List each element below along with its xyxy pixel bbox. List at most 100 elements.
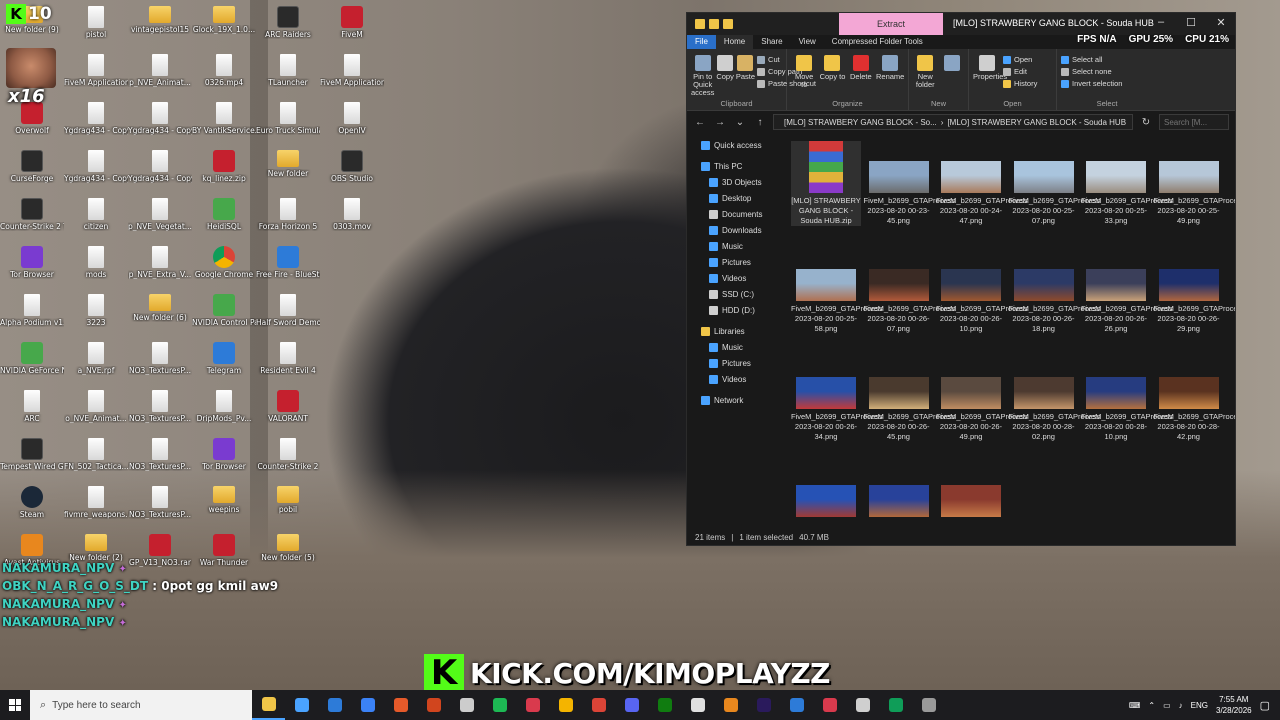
search-input[interactable]: [1159, 114, 1229, 130]
desktop-icon[interactable]: 3223: [64, 294, 128, 327]
desktop-icon[interactable]: FN_502_Tactica...: [64, 438, 128, 471]
paste-button[interactable]: Paste: [736, 53, 755, 98]
desktop-icon[interactable]: Forza Horizon 5: [256, 198, 320, 231]
file-item[interactable]: FiveM_b2699_GTAProcess 2023-08-20 00-26-…: [864, 357, 955, 442]
clock[interactable]: 7:55 AM 3/28/2026: [1216, 694, 1252, 716]
nav-item[interactable]: Pictures: [687, 254, 783, 270]
select-all-button[interactable]: Select all: [1061, 55, 1122, 65]
desktop-icon[interactable]: p_NVE_Vegetat...: [128, 198, 192, 231]
taskbar-app-button[interactable]: [285, 690, 318, 720]
title-bar[interactable]: Extract [MLO] STRAWBERY GANG BLOCK - Sou…: [687, 13, 1235, 35]
taskbar-app-button[interactable]: [912, 690, 945, 720]
tab-share[interactable]: Share: [753, 35, 790, 49]
desktop-icon[interactable]: Ygdrag434 - Copy (3).rpf: [64, 150, 128, 183]
desktop-icon[interactable]: weepins: [192, 486, 256, 514]
minimize-button[interactable]: –: [1153, 16, 1169, 28]
desktop-icon[interactable]: Counter-Strike 2 Tracker: [0, 198, 64, 231]
desktop-icon[interactable]: Ygdrag434 - Copy - Co...: [128, 102, 192, 135]
new-folder-icon[interactable]: [723, 19, 733, 29]
desktop-icon[interactable]: New folder (2): [64, 534, 128, 562]
taskbar-app-button[interactable]: [516, 690, 549, 720]
desktop-icon[interactable]: a_NVE.rpf: [64, 342, 128, 375]
taskbar-app-button[interactable]: [615, 690, 648, 720]
desktop-icon[interactable]: NVIDIA GeForce NOW: [0, 342, 64, 375]
desktop-icon[interactable]: Ygdrag434 - Copy (2).rpf: [64, 102, 128, 135]
taskbar-app-button[interactable]: [549, 690, 582, 720]
desktop-icon[interactable]: OBS Studio: [320, 150, 384, 183]
file-item[interactable]: FiveM_b2699_GTAProcess 2023-08-20 00-26-…: [1009, 249, 1100, 334]
select-none-button[interactable]: Select none: [1061, 67, 1122, 77]
start-button[interactable]: [0, 690, 30, 720]
file-item[interactable]: FiveM_b2699_GTAProcess 2023-08-20 00-25-…: [1154, 141, 1235, 226]
history-button[interactable]: History: [1003, 79, 1037, 89]
desktop-icon[interactable]: Tempest Wired Gaming Mouse: [0, 438, 64, 471]
taskbar-app-button[interactable]: [747, 690, 780, 720]
delete-button[interactable]: Delete: [848, 53, 874, 98]
desktop-icon[interactable]: OpenIV: [320, 102, 384, 135]
nav-item[interactable]: HDD (D:): [687, 302, 783, 318]
desktop-icon[interactable]: mods: [64, 246, 128, 279]
notifications-icon[interactable]: ▢: [1260, 699, 1270, 712]
desktop-icon[interactable]: Google Chrome: [192, 246, 256, 279]
desktop-icon[interactable]: Glock_19X_1.0...: [192, 6, 256, 34]
up-arrow-icon[interactable]: ↑: [753, 117, 767, 128]
desktop-icon[interactable]: NVIDIA Control Panel: [192, 294, 256, 327]
file-item[interactable]: FiveM_b2699_GTAProcess 2023-08-20 00-28-…: [1081, 357, 1173, 442]
desktop-icon[interactable]: Alpha Podium v1.7.2: [0, 294, 64, 327]
taskbar-app-button[interactable]: [846, 690, 879, 720]
file-item[interactable]: FiveM_b2699_GTAProcess 2023-08-20 00-28-…: [1009, 357, 1100, 442]
desktop-icon[interactable]: Free Fire - BlueStacks A...: [256, 246, 320, 279]
file-item[interactable]: FiveM_b2699_GTAProcess 2023-08-20 00-25-…: [1081, 141, 1173, 226]
desktop-icon[interactable]: NO3_TexturesP...: [128, 438, 192, 471]
tray-chevron-icon[interactable]: ⌃: [1148, 701, 1155, 710]
nav-item[interactable]: Documents: [687, 206, 783, 222]
maximize-button[interactable]: ☐: [1183, 16, 1199, 29]
tab-home[interactable]: Home: [715, 35, 754, 49]
nav-item[interactable]: Quick access: [687, 137, 783, 153]
desktop-icon[interactable]: FiveM: [320, 6, 384, 39]
nav-item[interactable]: Videos: [687, 270, 783, 286]
volume-icon[interactable]: ♪: [1179, 701, 1183, 710]
file-item[interactable]: [936, 465, 1006, 518]
desktop-icon[interactable]: fivmre_weapons...: [64, 486, 128, 519]
back-arrow-icon[interactable]: ←: [693, 117, 707, 128]
taskbar-app-button[interactable]: [879, 690, 912, 720]
desktop-icon[interactable]: Resident Evil 4: [256, 342, 320, 375]
taskbar-search-box[interactable]: ⌕ Type here to search: [30, 690, 252, 720]
file-item[interactable]: FiveM_b2699_GTAProcess 2023-08-20 00-26-…: [864, 249, 955, 334]
refresh-icon[interactable]: ↻: [1139, 117, 1153, 128]
folder-icon[interactable]: [695, 19, 705, 29]
desktop-icon[interactable]: New folder (6): [128, 294, 192, 322]
file-item[interactable]: FiveM_b2699_GTAProcess 2023-08-20 00-26-…: [936, 249, 1028, 334]
pin-quick-access-button[interactable]: Pin to Quick access: [691, 53, 714, 98]
file-item[interactable]: FiveM_b2699_GTAProcess 2023-08-20 00-25-…: [1009, 141, 1100, 226]
desktop-icon[interactable]: New folder: [256, 150, 320, 178]
taskbar-app-button[interactable]: [318, 690, 351, 720]
forward-arrow-icon[interactable]: →: [713, 117, 727, 128]
nav-item[interactable]: This PC: [687, 158, 783, 174]
desktop-icon[interactable]: Counter-Strike 2: [256, 438, 320, 471]
taskbar-app-button[interactable]: [351, 690, 384, 720]
file-item[interactable]: FiveM_b2699_GTAProcess 2023-08-20 00-28-…: [1154, 357, 1235, 442]
nav-item[interactable]: Music: [687, 339, 783, 355]
desktop-icon[interactable]: citizen: [64, 198, 128, 231]
desktop-icon[interactable]: o_NVE_Animat...: [64, 390, 128, 423]
recent-chevron-icon[interactable]: ⌄: [733, 117, 747, 128]
desktop-icon[interactable]: NO3_TexturesP...: [128, 390, 192, 423]
desktop-icon[interactable]: Telegram: [192, 342, 256, 375]
new-folder-button[interactable]: New folder: [913, 53, 938, 98]
tab-compressed-folder-tools[interactable]: Compressed Folder Tools: [824, 35, 931, 49]
desktop-icon[interactable]: ARC Raiders: [256, 6, 320, 39]
nav-item[interactable]: Music: [687, 238, 783, 254]
desktop-icon[interactable]: DripMods_Pv...: [192, 390, 256, 423]
nav-item[interactable]: Videos: [687, 371, 783, 387]
breadcrumb-current[interactable]: [MLO] STRAWBERY GANG BLOCK - Souda HUB: [947, 118, 1126, 127]
desktop-icon[interactable]: CurseForge: [0, 150, 64, 183]
desktop-icon[interactable]: Half Sword Demo: [256, 294, 320, 327]
file-item[interactable]: FiveM_b2699_GTAProcess 2023-08-20 00-26-…: [791, 357, 883, 442]
taskbar-app-button[interactable]: [582, 690, 615, 720]
close-button[interactable]: ✕: [1213, 16, 1229, 29]
desktop-icon[interactable]: Tor Browser: [192, 438, 256, 471]
desktop-icon[interactable]: Ygdrag434 - Copy - Co...: [128, 150, 192, 183]
desktop-icon[interactable]: pistol: [64, 6, 128, 39]
